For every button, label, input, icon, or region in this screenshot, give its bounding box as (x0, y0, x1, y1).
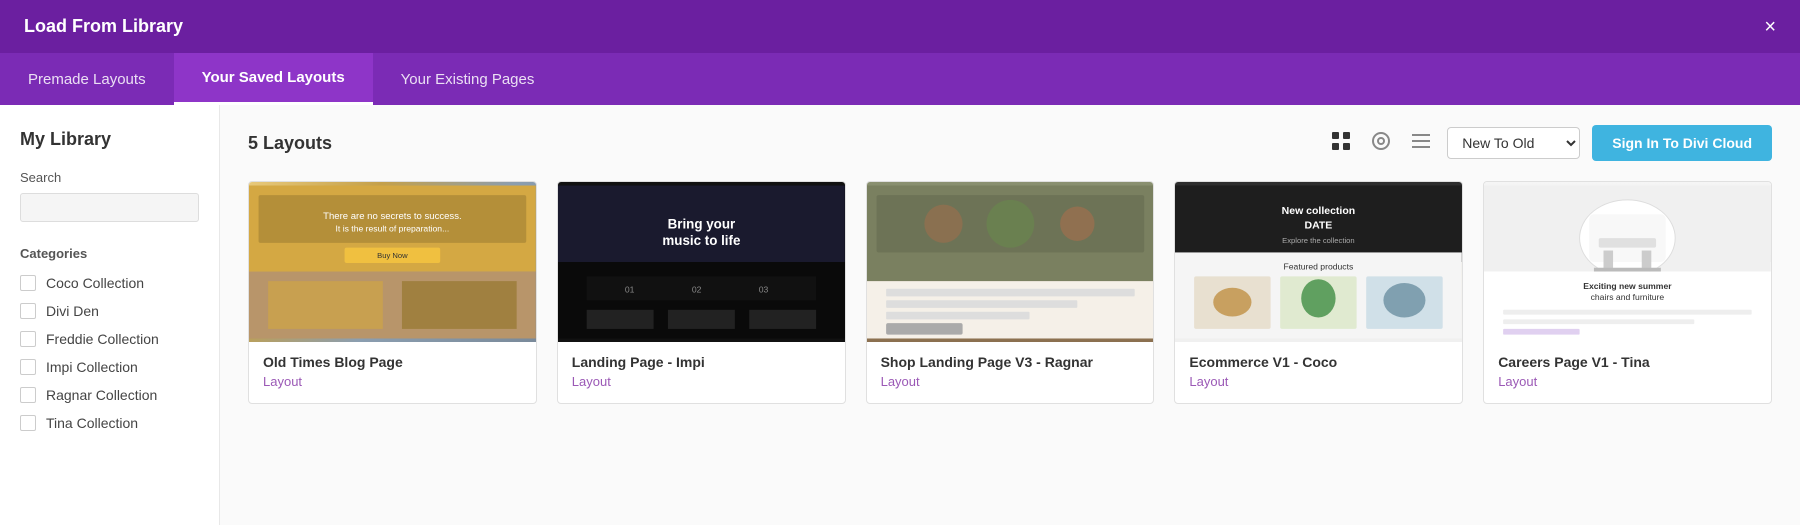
layout-name-1: Old Times Blog Page (263, 354, 522, 370)
search-label: Search (20, 170, 199, 185)
layout-info-5: Careers Page V1 - Tina Layout (1484, 342, 1771, 403)
category-item-ragnar[interactable]: Ragnar Collection (20, 387, 199, 403)
category-label-ragnar: Ragnar Collection (46, 387, 157, 403)
filter-button[interactable] (1367, 127, 1395, 160)
category-label-divi-den: Divi Den (46, 303, 99, 319)
category-item-divi-den[interactable]: Divi Den (20, 303, 199, 319)
main-content: 5 Layouts (220, 105, 1800, 525)
svg-text:Explore the collection: Explore the collection (1283, 236, 1355, 245)
category-checkbox-ragnar[interactable] (20, 387, 36, 403)
layout-thumbnail-1: There are no secrets to success. It is t… (249, 182, 536, 342)
category-checkbox-tina[interactable] (20, 415, 36, 431)
layout-type-3: Layout (881, 374, 1140, 389)
search-input[interactable] (20, 193, 199, 222)
svg-text:Exciting new summer: Exciting new summer (1583, 281, 1672, 291)
svg-text:music to life: music to life (662, 233, 740, 248)
category-checkbox-coco[interactable] (20, 275, 36, 291)
category-item-impi[interactable]: Impi Collection (20, 359, 199, 375)
layout-card-3[interactable]: Shop Landing Page V3 - Ragnar Layout (866, 181, 1155, 404)
svg-text:It is the result of preparatio: It is the result of preparation... (336, 223, 450, 233)
sidebar: My Library Search Categories Coco Collec… (0, 105, 220, 525)
svg-text:Buy Now: Buy Now (377, 251, 408, 260)
layout-thumbnail-4: New collection DATE Explore the collecti… (1175, 182, 1462, 342)
tab-your-existing-pages[interactable]: Your Existing Pages (373, 53, 563, 105)
svg-text:There are no secrets to succes: There are no secrets to success. (323, 211, 462, 222)
category-item-tina[interactable]: Tina Collection (20, 415, 199, 431)
layouts-grid: There are no secrets to success. It is t… (248, 181, 1772, 404)
layout-name-3: Shop Landing Page V3 - Ragnar (881, 354, 1140, 370)
close-button[interactable]: × (1764, 17, 1776, 37)
modal-title: Load From Library (24, 16, 183, 37)
layout-type-5: Layout (1498, 374, 1757, 389)
layout-type-2: Layout (572, 374, 831, 389)
layout-card-2[interactable]: Bring your music to life 01 02 03 Landin… (557, 181, 846, 404)
tab-premade-layouts[interactable]: Premade Layouts (0, 53, 174, 105)
category-checkbox-divi-den[interactable] (20, 303, 36, 319)
sort-select[interactable]: New To OldOld To NewA-ZZ-A (1447, 127, 1580, 159)
svg-text:New collection: New collection (1282, 205, 1356, 217)
modal-header: Load From Library × (0, 0, 1800, 53)
tabs-bar: Premade Layouts Your Saved Layouts Your … (0, 53, 1800, 105)
categories-list: Coco Collection Divi Den Freddie Collect… (20, 275, 199, 431)
svg-text:chairs and furniture: chairs and furniture (1591, 292, 1665, 302)
layout-card-4[interactable]: New collection DATE Explore the collecti… (1174, 181, 1463, 404)
layout-name-5: Careers Page V1 - Tina (1498, 354, 1757, 370)
layout-info-1: Old Times Blog Page Layout (249, 342, 536, 403)
layouts-count: 5 Layouts (248, 133, 332, 154)
category-label-coco: Coco Collection (46, 275, 144, 291)
grid-view-button[interactable] (1327, 127, 1355, 160)
svg-text:01: 01 (625, 285, 635, 295)
svg-text:DATE: DATE (1305, 220, 1333, 232)
layout-thumbnail-5: Exciting new summer chairs and furniture (1484, 182, 1771, 342)
grid-icon (1331, 131, 1351, 151)
layout-info-2: Landing Page - Impi Layout (558, 342, 845, 403)
layout-type-4: Layout (1189, 374, 1448, 389)
category-label-freddie: Freddie Collection (46, 331, 159, 347)
layout-name-2: Landing Page - Impi (572, 354, 831, 370)
layout-thumbnail-3 (867, 182, 1154, 342)
category-item-freddie[interactable]: Freddie Collection (20, 331, 199, 347)
layout-card-1[interactable]: There are no secrets to success. It is t… (248, 181, 537, 404)
svg-text:03: 03 (759, 285, 769, 295)
sign-in-divi-cloud-button[interactable]: Sign In To Divi Cloud (1592, 125, 1772, 161)
layout-thumbnail-2: Bring your music to life 01 02 03 (558, 182, 845, 342)
tab-your-saved-layouts[interactable]: Your Saved Layouts (174, 53, 373, 105)
sidebar-title: My Library (20, 129, 199, 150)
svg-text:02: 02 (692, 285, 702, 295)
toolbar-right: New To OldOld To NewA-ZZ-A Sign In To Di… (1327, 125, 1772, 161)
layout-card-5[interactable]: Exciting new summer chairs and furniture… (1483, 181, 1772, 404)
list-view-button[interactable] (1407, 127, 1435, 160)
categories-title: Categories (20, 246, 199, 261)
list-icon (1411, 131, 1431, 151)
category-label-impi: Impi Collection (46, 359, 138, 375)
filter-icon (1371, 131, 1391, 151)
content-toolbar: 5 Layouts (248, 125, 1772, 161)
layout-name-4: Ecommerce V1 - Coco (1189, 354, 1448, 370)
load-from-library-modal: Load From Library × Premade Layouts Your… (0, 0, 1800, 525)
layout-type-1: Layout (263, 374, 522, 389)
modal-body: My Library Search Categories Coco Collec… (0, 105, 1800, 525)
svg-text:Bring your: Bring your (667, 217, 735, 232)
category-checkbox-impi[interactable] (20, 359, 36, 375)
layout-info-3: Shop Landing Page V3 - Ragnar Layout (867, 342, 1154, 403)
svg-text:Featured products: Featured products (1284, 262, 1354, 272)
category-checkbox-freddie[interactable] (20, 331, 36, 347)
category-item-coco[interactable]: Coco Collection (20, 275, 199, 291)
layout-info-4: Ecommerce V1 - Coco Layout (1175, 342, 1462, 403)
category-label-tina: Tina Collection (46, 415, 138, 431)
